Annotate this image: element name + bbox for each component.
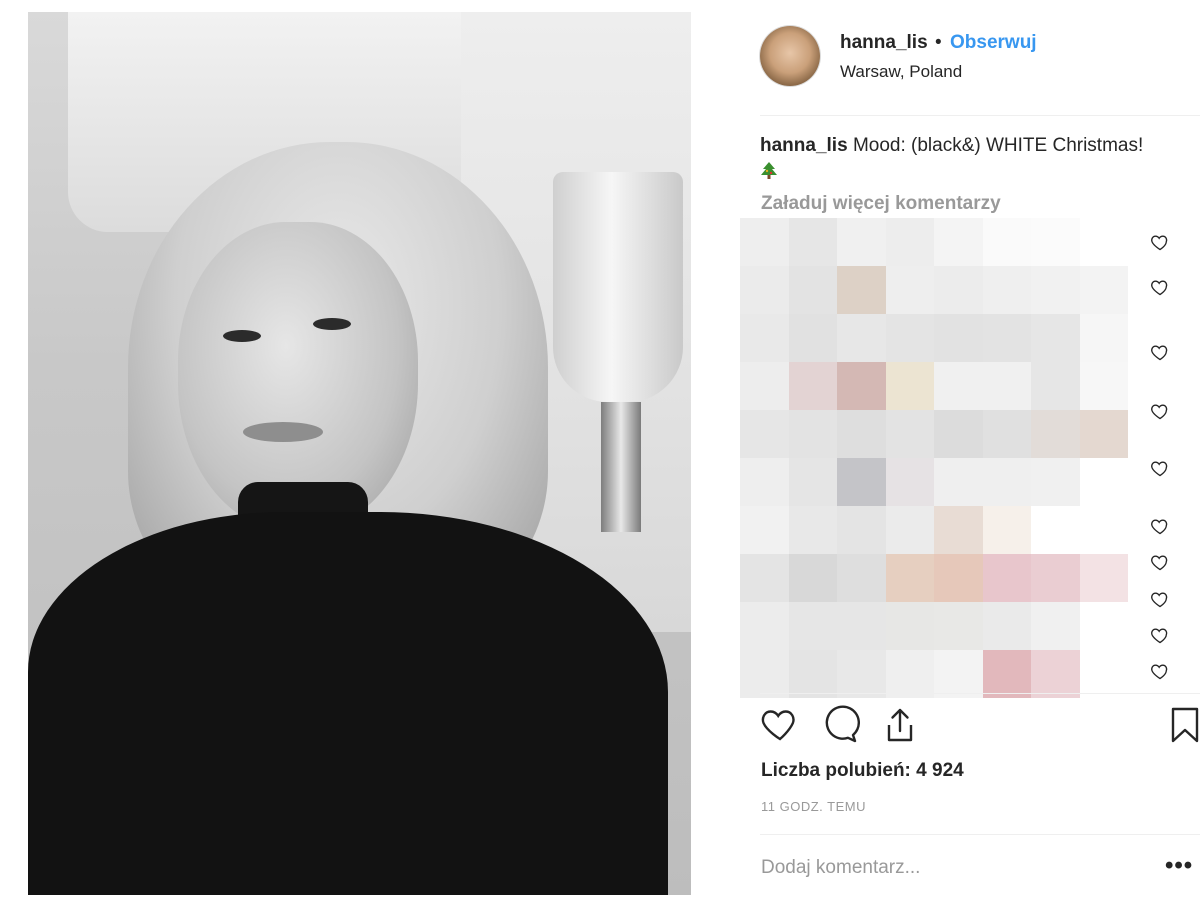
photo-mouth [243, 422, 323, 442]
actions-divider [760, 693, 1200, 694]
post-photo[interactable] [28, 12, 691, 895]
username-link[interactable]: hanna_lis [840, 32, 928, 54]
photo-lamp-stand [601, 402, 641, 532]
photo-eye [223, 330, 261, 342]
caption: hanna_lis Mood: (black&) WHITE Christmas… [760, 132, 1160, 186]
comment-like-icon[interactable] [1150, 516, 1170, 536]
comment-divider [760, 834, 1200, 835]
location-link[interactable]: Warsaw, Poland [840, 62, 962, 82]
comment-like-icon[interactable] [1150, 458, 1170, 478]
photo-lamp [553, 172, 683, 402]
share-upload-icon[interactable] [880, 705, 920, 745]
post-header: hanna_lis • Obserwuj Warsaw, Poland [760, 24, 1200, 96]
speech-bubble-icon[interactable] [820, 705, 860, 745]
follow-button[interactable]: Obserwuj [950, 32, 1037, 54]
comment-like-icon[interactable] [1150, 661, 1170, 681]
header-divider [760, 115, 1200, 116]
pixelated-comments [740, 218, 1128, 698]
action-bar [760, 705, 1200, 751]
christmas-tree-icon [761, 162, 777, 179]
likes-count[interactable]: Liczba polubień: 4 924 [761, 760, 964, 782]
caption-text: Mood: (black&) WHITE Christmas! [852, 135, 1144, 156]
photo-eye [313, 318, 351, 330]
more-options-icon[interactable]: ••• [1165, 852, 1193, 880]
load-more-comments-button[interactable]: Załaduj więcej komentarzy [761, 193, 1001, 215]
comment-like-icon[interactable] [1150, 589, 1170, 609]
comment-like-icon[interactable] [1150, 625, 1170, 645]
comment-like-icon[interactable] [1150, 232, 1170, 252]
comment-like-icon[interactable] [1150, 401, 1170, 421]
heart-outline-icon[interactable] [760, 705, 800, 745]
photo-sweater [28, 512, 668, 895]
comment-like-icon[interactable] [1150, 552, 1170, 572]
separator-dot: • [935, 32, 942, 53]
bookmark-icon[interactable] [1165, 705, 1200, 745]
comment-like-icon[interactable] [1150, 277, 1170, 297]
caption-username[interactable]: hanna_lis [760, 135, 848, 156]
add-comment-input[interactable]: Dodaj komentarz... [761, 857, 920, 879]
post-timestamp[interactable]: 11 GODZ. TEMU [761, 799, 866, 814]
avatar[interactable] [760, 26, 820, 86]
comment-like-icon[interactable] [1150, 342, 1170, 362]
